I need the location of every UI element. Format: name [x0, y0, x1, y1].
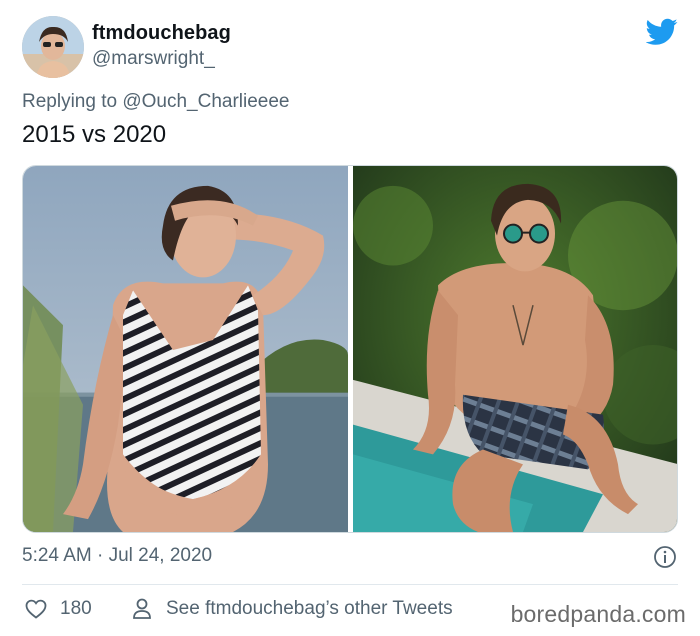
avatar[interactable]	[22, 16, 84, 78]
reply-prefix: Replying to	[22, 91, 118, 112]
tweet-timestamp[interactable]: 5:24 AM · Jul 24, 2020	[22, 545, 212, 567]
info-icon[interactable]	[653, 545, 677, 569]
reply-context: Replying to @Ouch_Charlieeee	[22, 91, 290, 113]
divider	[22, 584, 678, 585]
heart-icon[interactable]	[24, 597, 48, 621]
twitter-bird-icon[interactable]	[646, 18, 678, 46]
photo-2020[interactable]	[353, 166, 677, 532]
watermark: boredpanda.com	[510, 601, 686, 627]
photo-2015[interactable]	[23, 166, 348, 532]
display-name[interactable]: ftmdouchebag	[92, 22, 231, 45]
tweet-text: 2015 vs 2020	[22, 121, 167, 148]
user-handle[interactable]: @marswright_	[92, 48, 215, 70]
see-other-tweets-link[interactable]: See ftmdouchebag’s other Tweets	[166, 598, 453, 620]
person-icon[interactable]	[132, 597, 152, 621]
reply-mention-link[interactable]: @Ouch_Charlieeee	[122, 91, 289, 112]
photo-grid	[22, 165, 678, 533]
tweet-card: ftmdouchebag @marswright_ Replying to @O…	[0, 0, 700, 636]
like-count[interactable]: 180	[60, 598, 92, 620]
